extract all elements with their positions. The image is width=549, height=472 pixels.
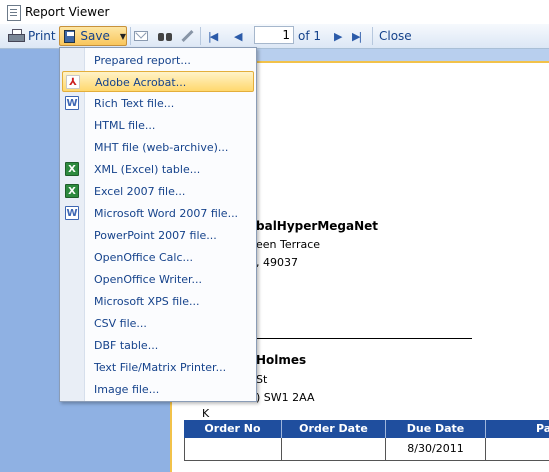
menu-item-label: Microsoft XPS file... <box>94 295 200 308</box>
chevron-down-icon[interactable]: ▼ <box>120 32 126 41</box>
save-label: Save <box>80 29 110 43</box>
menu-item-openoffice-calc[interactable]: OpenOffice Calc... <box>62 247 254 268</box>
table-cell: 8/30/2011 <box>386 438 486 460</box>
email-button[interactable] <box>134 26 148 46</box>
table-cell <box>486 438 549 460</box>
first-page-button[interactable]: |◀ <box>208 26 218 46</box>
menu-item-adobe-acrobat[interactable]: ⅄ Adobe Acrobat... <box>62 71 254 92</box>
customer-name: Holmes <box>256 353 307 367</box>
column-header: Due Date <box>386 420 486 438</box>
menu-item-xps[interactable]: Microsoft XPS file... <box>62 291 254 312</box>
mail-icon <box>134 31 148 41</box>
menu-item-label: XML (Excel) table... <box>94 163 201 176</box>
toolbar-divider <box>130 27 131 45</box>
report-icon <box>7 5 21 21</box>
menu-item-xml-excel[interactable]: X XML (Excel) table... <box>62 159 254 180</box>
excel-icon: X <box>65 184 79 198</box>
page-number-input[interactable] <box>254 26 294 44</box>
menu-item-label: MHT file (web-archive)... <box>94 141 229 154</box>
menu-item-html[interactable]: HTML file... <box>62 115 254 136</box>
customer-address-line3: K <box>202 407 210 420</box>
wrench-icon <box>180 29 194 43</box>
last-page-icon: ▶| <box>352 29 362 43</box>
column-header: Order No <box>184 420 282 438</box>
save-dropdown-menu: Prepared report... ⅄ Adobe Acrobat... W … <box>59 47 257 402</box>
word-icon: W <box>65 206 79 220</box>
page-count-label: of 1 <box>298 29 322 43</box>
save-disk-icon <box>64 29 76 43</box>
company-address-line1: een Terrace <box>256 238 321 251</box>
design-button[interactable] <box>180 26 194 46</box>
menu-item-label: Text File/Matrix Printer... <box>94 361 227 374</box>
window-title: Report Viewer <box>25 5 110 19</box>
pdf-icon: ⅄ <box>66 75 80 89</box>
menu-item-label: Rich Text file... <box>94 97 175 110</box>
table-cell <box>184 438 282 460</box>
company-name: balHyperMegaNet <box>256 219 378 233</box>
menu-item-dbf[interactable]: DBF table... <box>62 335 254 356</box>
table-cell <box>282 438 386 460</box>
print-label: Print <box>28 29 56 43</box>
first-page-icon: |◀ <box>208 29 218 43</box>
menu-item-label: Excel 2007 file... <box>94 185 186 198</box>
menu-item-label: OpenOffice Calc... <box>94 251 193 264</box>
menu-item-mht[interactable]: MHT file (web-archive)... <box>62 137 254 158</box>
menu-item-csv[interactable]: CSV file... <box>62 313 254 334</box>
table-row: 8/30/2011 <box>184 438 549 461</box>
column-header: Pa <box>486 420 549 438</box>
binoculars-icon <box>158 30 173 42</box>
title-bar: Report Viewer <box>0 0 549 25</box>
close-button[interactable]: Close <box>379 26 412 46</box>
find-button[interactable] <box>158 26 173 46</box>
toolbar-divider <box>200 27 201 45</box>
word-icon: W <box>65 96 79 110</box>
orders-table-header: Order No Order Date Due Date Pa <box>184 420 549 438</box>
column-header: Order Date <box>282 420 386 438</box>
menu-item-label: Image file... <box>94 383 160 396</box>
save-button[interactable]: Save ▼ <box>59 26 127 46</box>
menu-item-excel-2007[interactable]: X Excel 2007 file... <box>62 181 254 202</box>
next-page-button[interactable]: ▶ <box>334 26 343 46</box>
report-viewer-window: Report Viewer Print Save ▼ |◀ ◀ 1 of 1 ▶… <box>0 0 549 472</box>
menu-item-label: Microsoft Word 2007 file... <box>94 207 239 220</box>
menu-item-prepared-report[interactable]: Prepared report... <box>62 50 254 71</box>
menu-item-image-file[interactable]: Image file... <box>62 379 254 400</box>
menu-item-label: HTML file... <box>94 119 156 132</box>
menu-item-label: OpenOffice Writer... <box>94 273 203 286</box>
menu-item-label: Adobe Acrobat... <box>95 76 187 89</box>
prev-page-icon: ◀ <box>234 29 243 43</box>
company-address-line2: , 49037 <box>256 256 298 269</box>
menu-item-label: Prepared report... <box>94 54 191 67</box>
print-button[interactable]: Print <box>8 26 56 46</box>
menu-item-word-2007[interactable]: W Microsoft Word 2007 file... <box>62 203 254 224</box>
last-page-button[interactable]: ▶| <box>352 26 362 46</box>
menu-item-rich-text[interactable]: W Rich Text file... <box>62 93 254 114</box>
toolbar-divider <box>372 27 373 45</box>
menu-item-openoffice-writer[interactable]: OpenOffice Writer... <box>62 269 254 290</box>
prev-page-button[interactable]: ◀ <box>234 26 243 46</box>
next-page-icon: ▶ <box>334 29 343 43</box>
menu-item-text-file[interactable]: Text File/Matrix Printer... <box>62 357 254 378</box>
customer-address-line2: ) SW1 2AA <box>256 391 315 404</box>
toolbar: Print Save ▼ |◀ ◀ of 1 ▶ <box>0 24 549 49</box>
menu-item-label: PowerPoint 2007 file... <box>94 229 217 242</box>
menu-item-label: CSV file... <box>94 317 147 330</box>
menu-item-label: DBF table... <box>94 339 159 352</box>
printer-icon <box>8 29 25 43</box>
excel-icon: X <box>65 162 79 176</box>
customer-address-line1: St <box>256 373 268 386</box>
menu-item-powerpoint-2007[interactable]: PowerPoint 2007 file... <box>62 225 254 246</box>
